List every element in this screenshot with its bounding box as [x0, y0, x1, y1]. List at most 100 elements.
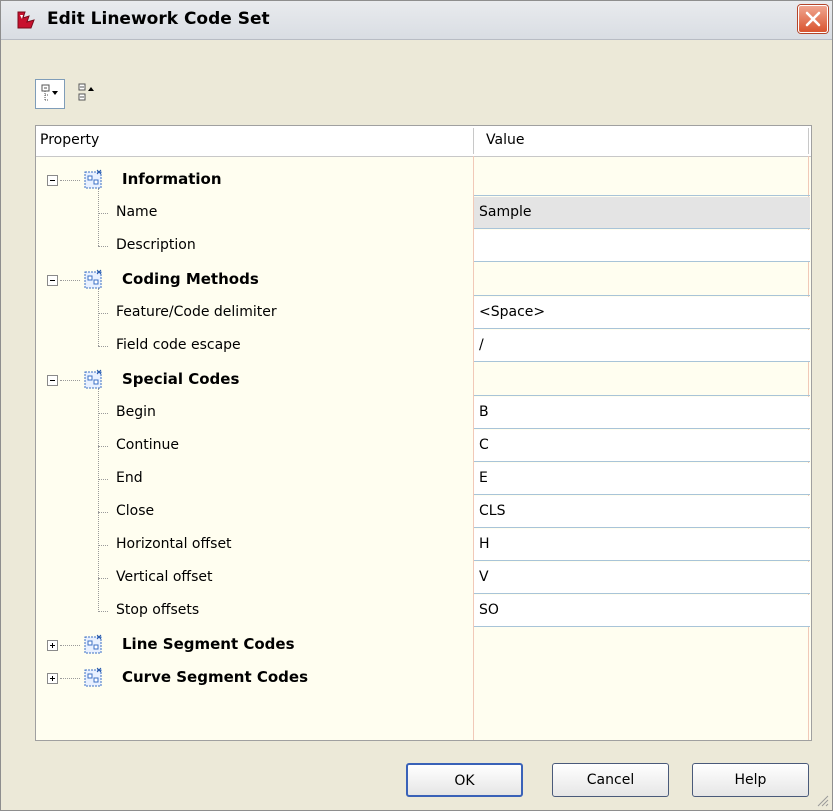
close-button[interactable]	[798, 5, 828, 33]
property-label: Vertical offset	[116, 569, 213, 585]
value-text: SO	[479, 602, 499, 618]
column-separator[interactable]	[473, 128, 474, 154]
collapse-icon[interactable]	[47, 375, 58, 386]
group-label: Information	[122, 170, 222, 188]
name-value-cell: Sample	[474, 197, 810, 229]
category-icon	[84, 667, 102, 687]
app-icon	[17, 11, 35, 29]
vertical-offset-value-cell[interactable]: V	[474, 562, 810, 594]
property-label: Stop offsets	[116, 602, 200, 618]
category-icon	[84, 169, 102, 189]
property-row-continue[interactable]: Continue C	[36, 430, 811, 463]
value-text: B	[479, 404, 489, 420]
property-label: Close	[116, 503, 155, 519]
value-text: CLS	[479, 503, 506, 519]
property-label: Name	[116, 204, 158, 220]
alphabetical-view-button[interactable]	[75, 79, 105, 109]
group-special-codes[interactable]: Special Codes	[36, 364, 811, 397]
property-row-description[interactable]: Description	[36, 230, 811, 263]
grid-header: Property Value	[36, 126, 811, 157]
tree-line	[60, 180, 80, 181]
property-row-stop-offsets[interactable]: Stop offsets SO	[36, 595, 811, 628]
collapse-icon[interactable]	[47, 175, 58, 186]
property-grid: Property Value Information Name Sample D…	[35, 125, 812, 741]
tree-line	[98, 512, 108, 513]
property-row-field-code-escape[interactable]: Field code escape /	[36, 330, 811, 363]
category-icon	[84, 369, 102, 389]
property-row-feature-code-delimiter[interactable]: Feature/Code delimiter <Space>	[36, 297, 811, 330]
column-separator	[808, 128, 809, 154]
property-row-close[interactable]: Close CLS	[36, 496, 811, 529]
tree-line	[98, 479, 108, 480]
close-value-cell[interactable]: CLS	[474, 496, 810, 528]
categorized-view-button[interactable]	[35, 79, 65, 109]
tree-line	[60, 645, 80, 646]
property-row-end[interactable]: End E	[36, 463, 811, 496]
resize-grip-icon[interactable]	[816, 794, 830, 808]
tree-line	[98, 213, 108, 214]
group-label: Line Segment Codes	[122, 635, 295, 653]
tree-line	[98, 313, 108, 314]
tree-line	[60, 380, 80, 381]
group-line-segment-codes[interactable]: Line Segment Codes	[36, 629, 811, 662]
value-text: H	[479, 536, 490, 552]
close-icon	[805, 11, 821, 27]
tree-line	[98, 246, 108, 247]
group-value-cell	[474, 164, 810, 196]
title-bar[interactable]: Edit Linework Code Set	[1, 1, 832, 40]
group-value-cell	[474, 264, 810, 296]
tree-line	[98, 611, 108, 612]
end-value-cell[interactable]: E	[474, 463, 810, 495]
alphabetical-view-icon	[78, 83, 94, 101]
tree-line	[60, 678, 80, 679]
group-information[interactable]: Information	[36, 164, 811, 197]
categorized-view-icon	[41, 84, 58, 101]
value-text: V	[479, 569, 489, 585]
property-row-horizontal-offset[interactable]: Horizontal offset H	[36, 529, 811, 562]
stop-offsets-value-cell[interactable]: SO	[474, 595, 810, 627]
property-row-begin[interactable]: Begin B	[36, 397, 811, 430]
tree-line	[98, 545, 108, 546]
expand-icon[interactable]	[47, 640, 58, 651]
description-value-cell[interactable]	[474, 230, 810, 262]
value-column-header[interactable]: Value	[486, 132, 524, 148]
property-label: End	[116, 470, 143, 486]
tree-line	[98, 446, 108, 447]
property-column-header[interactable]: Property	[40, 132, 99, 148]
property-label: Continue	[116, 437, 179, 453]
category-icon	[84, 634, 102, 654]
group-value-cell	[474, 364, 810, 396]
group-label: Curve Segment Codes	[122, 668, 308, 686]
tree-line	[98, 413, 108, 414]
tree-line	[98, 578, 108, 579]
tree-line	[98, 346, 108, 347]
expand-icon[interactable]	[47, 673, 58, 684]
property-label: Begin	[116, 404, 156, 420]
property-row-name[interactable]: Name Sample	[36, 197, 811, 230]
ok-button[interactable]: OK	[406, 763, 523, 797]
group-coding-methods[interactable]: Coding Methods	[36, 264, 811, 297]
value-text: E	[479, 470, 488, 486]
value-text: <Space>	[479, 304, 546, 320]
collapse-icon[interactable]	[47, 275, 58, 286]
edit-linework-code-set-dialog: Edit Linework Code Set Property Value In…	[0, 0, 833, 811]
horizontal-offset-value-cell[interactable]: H	[474, 529, 810, 561]
continue-value-cell[interactable]: C	[474, 430, 810, 462]
tree-line	[60, 280, 80, 281]
feature-code-delimiter-value-cell[interactable]: <Space>	[474, 297, 810, 329]
dialog-title: Edit Linework Code Set	[47, 9, 270, 29]
field-code-escape-value-cell[interactable]: /	[474, 330, 810, 362]
value-text: C	[479, 437, 489, 453]
property-label: Horizontal offset	[116, 536, 232, 552]
group-curve-segment-codes[interactable]: Curve Segment Codes	[36, 662, 811, 695]
cancel-button[interactable]: Cancel	[552, 763, 669, 797]
category-icon	[84, 269, 102, 289]
value-text: /	[479, 337, 484, 353]
help-button[interactable]: Help	[692, 763, 809, 797]
group-label: Coding Methods	[122, 270, 259, 288]
begin-value-cell[interactable]: B	[474, 397, 810, 429]
property-label: Feature/Code delimiter	[116, 304, 277, 320]
property-label: Description	[116, 237, 196, 253]
value-text: Sample	[479, 204, 532, 220]
property-row-vertical-offset[interactable]: Vertical offset V	[36, 562, 811, 595]
